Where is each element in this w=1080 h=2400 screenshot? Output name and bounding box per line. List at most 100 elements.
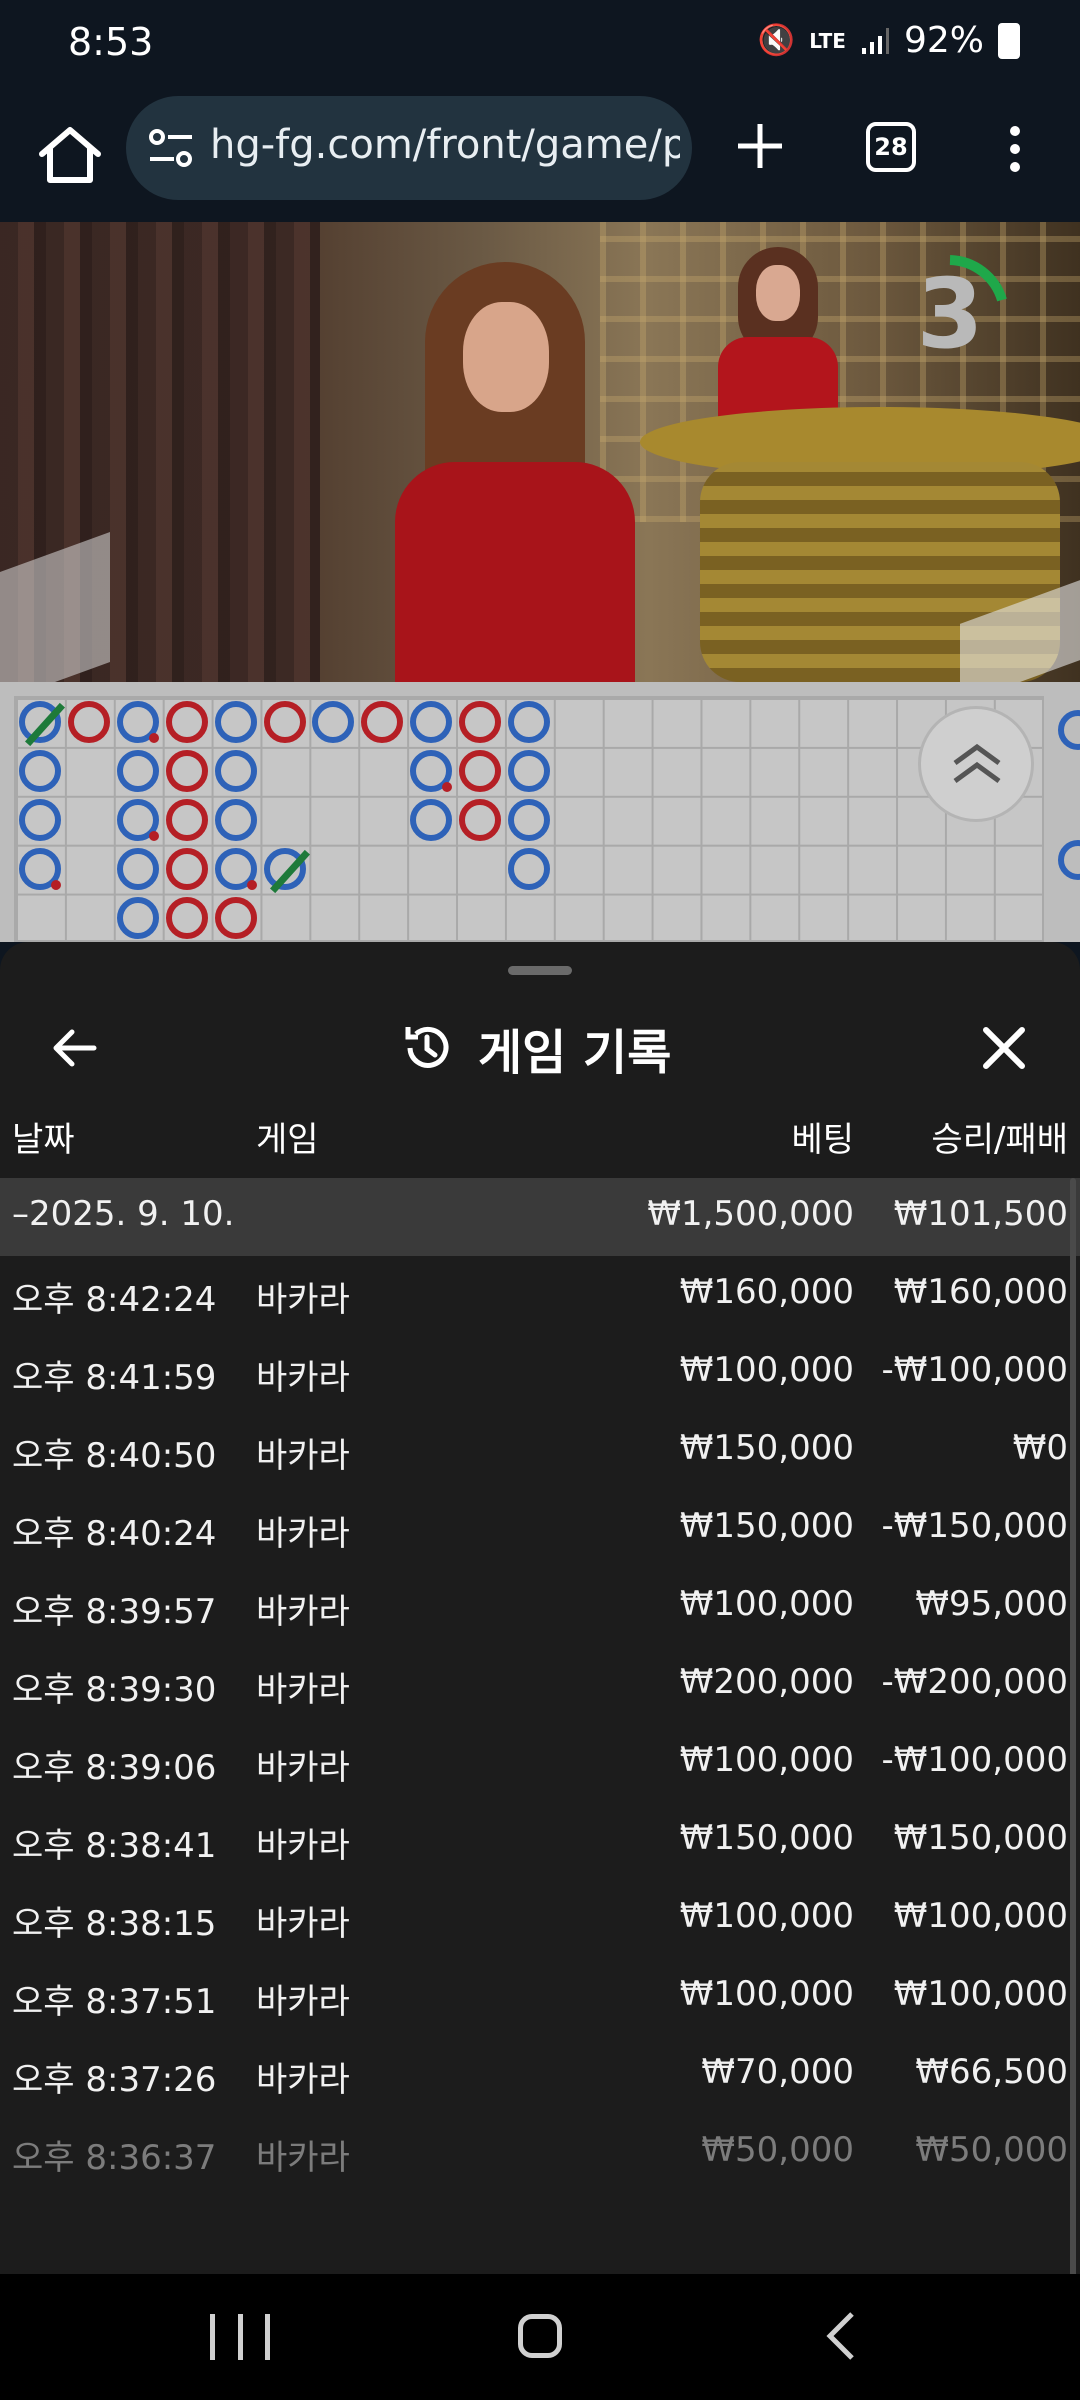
back-arrow-icon[interactable] — [48, 1020, 104, 1076]
banker-bead — [165, 749, 208, 792]
history-row[interactable]: 오후 8:38:15 바카라 ₩100,000 ₩100,000 — [0, 1880, 1080, 1958]
column-header-bet[interactable]: 베팅 — [791, 1112, 854, 1161]
history-row[interactable]: 오후 8:39:06 바카라 ₩100,000 -₩100,000 — [0, 1724, 1080, 1802]
more-menu-icon[interactable] — [1000, 120, 1030, 180]
row-bet: ₩100,000 — [679, 1740, 854, 1780]
row-bet: ₩50,000 — [701, 2130, 854, 2170]
back-nav-icon[interactable] — [822, 2310, 862, 2362]
row-time: 오후 8:41:59 — [12, 1358, 217, 1398]
player-bead — [410, 798, 453, 841]
expand-roadmap-button[interactable] — [918, 706, 1034, 822]
road-grid — [14, 696, 1044, 942]
date-summary-row[interactable]: –2025. 9. 10. ₩1,500,000 ₩101,500 — [0, 1178, 1080, 1256]
sheet-title: 게임 기록 — [478, 1025, 672, 1081]
address-bar[interactable]: hg-fg.com/front/game/p — [126, 96, 692, 200]
row-game: 바카라 — [256, 1514, 350, 1554]
player-bead — [214, 749, 257, 792]
history-row[interactable]: 오후 8:42:24 바카라 ₩160,000 ₩160,000 — [0, 1256, 1080, 1334]
row-time: 오후 8:36:37 — [12, 2138, 217, 2178]
row-result: ₩0 — [1012, 1428, 1068, 1468]
history-row[interactable]: 오후 8:40:50 바카라 ₩150,000 ₩0 — [0, 1412, 1080, 1490]
site-settings-icon[interactable] — [148, 126, 194, 170]
row-game: 바카라 — [256, 1592, 350, 1632]
status-time: 8:53 — [68, 20, 154, 64]
mute-icon: 🔇 — [757, 23, 796, 58]
history-row[interactable]: 오후 8:40:24 바카라 ₩150,000 -₩150,000 — [0, 1490, 1080, 1568]
player-bead — [19, 847, 61, 890]
sheet-drag-handle[interactable] — [508, 966, 572, 975]
history-row[interactable]: 오후 8:37:51 바카라 ₩100,000 ₩100,000 — [0, 1958, 1080, 2036]
battery-percent: 92% — [903, 20, 984, 61]
player-bead — [410, 749, 453, 792]
live-dealer-video: 3 — [0, 222, 1080, 682]
player-bead — [508, 847, 550, 890]
banker-bead — [263, 701, 306, 743]
banker-bead — [165, 896, 208, 939]
banker-bead — [67, 701, 110, 743]
player-bead — [116, 798, 159, 841]
bead-road-board — [0, 682, 1080, 942]
row-game: 바카라 — [256, 1904, 350, 1944]
banker-bead — [361, 701, 404, 743]
row-time: 오후 8:42:24 — [12, 1280, 217, 1320]
url-text[interactable]: hg-fg.com/front/game/p — [210, 122, 680, 168]
row-game: 바카라 — [256, 1826, 350, 1866]
new-tab-icon[interactable] — [730, 116, 790, 176]
history-row[interactable]: 오후 8:39:30 바카라 ₩200,000 -₩200,000 — [0, 1646, 1080, 1724]
banker-bead — [214, 896, 257, 939]
column-header-game[interactable]: 게임 — [256, 1112, 319, 1161]
history-row[interactable]: 오후 8:38:41 바카라 ₩150,000 ₩150,000 — [0, 1802, 1080, 1880]
player-bead — [214, 701, 257, 743]
player-bead — [312, 701, 355, 743]
row-game: 바카라 — [256, 1982, 350, 2022]
history-icon — [405, 1026, 449, 1068]
tie-mark — [269, 849, 310, 893]
row-result: -₩150,000 — [881, 1506, 1069, 1546]
column-header-result[interactable]: 승리/패배 — [931, 1112, 1068, 1161]
row-game: 바카라 — [256, 2060, 350, 2100]
row-game: 바카라 — [256, 1748, 350, 1788]
player-bead — [508, 798, 550, 841]
row-result: -₩100,000 — [881, 1740, 1069, 1780]
row-result: ₩160,000 — [893, 1272, 1068, 1312]
player-bead — [116, 847, 159, 890]
player-bead — [214, 798, 257, 841]
history-row[interactable]: 오후 8:36:37 바카라 ₩50,000 ₩50,000 — [0, 2114, 1080, 2192]
player-bead — [19, 701, 65, 747]
history-row[interactable]: 오후 8:41:59 바카라 ₩100,000 -₩100,000 — [0, 1334, 1080, 1412]
tab-switcher-button[interactable]: 28 — [866, 122, 916, 172]
signal-icon — [861, 27, 889, 54]
status-bar: 8:53 🔇 LTE 92% — [0, 0, 1080, 90]
browser-toolbar: hg-fg.com/front/game/p 28 — [0, 90, 1080, 222]
home-icon[interactable] — [30, 116, 110, 196]
row-bet: ₩100,000 — [679, 1896, 854, 1936]
row-time: 오후 8:39:06 — [12, 1748, 217, 1788]
row-bet: ₩100,000 — [679, 1974, 854, 2014]
row-result: ₩150,000 — [893, 1818, 1068, 1858]
recents-icon[interactable] — [210, 2314, 270, 2360]
player-bead — [116, 749, 159, 792]
row-result: ₩100,000 — [893, 1896, 1068, 1936]
chevrons-up-icon — [953, 743, 1001, 784]
row-game: 바카라 — [256, 1670, 350, 1710]
row-result: ₩95,000 — [915, 1584, 1068, 1624]
player-bead — [508, 701, 550, 743]
row-game: 바카라 — [256, 2138, 350, 2178]
history-row[interactable]: 오후 8:39:57 바카라 ₩100,000 ₩95,000 — [0, 1568, 1080, 1646]
history-scrollbar[interactable] — [1070, 1178, 1076, 2274]
row-bet: ₩70,000 — [701, 2052, 854, 2092]
row-bet: ₩160,000 — [679, 1272, 854, 1312]
column-header-date[interactable]: 날짜 — [12, 1112, 75, 1161]
row-time: 오후 8:40:50 — [12, 1436, 217, 1476]
row-time: 오후 8:38:41 — [12, 1826, 217, 1866]
countdown-value: 3 — [916, 258, 984, 370]
banker-bead — [459, 701, 502, 743]
player-bead — [116, 701, 159, 743]
player-bead — [214, 847, 257, 890]
player-bead — [410, 701, 453, 743]
game-history-sheet: 게임 기록 날짜 게임 베팅 승리/패배 –2025. 9. 10. ₩1,50… — [0, 942, 1080, 2274]
home-nav-icon[interactable] — [518, 2314, 562, 2358]
history-row[interactable]: 오후 8:37:26 바카라 ₩70,000 ₩66,500 — [0, 2036, 1080, 2114]
close-icon[interactable] — [976, 1020, 1032, 1076]
dealer — [385, 262, 645, 682]
